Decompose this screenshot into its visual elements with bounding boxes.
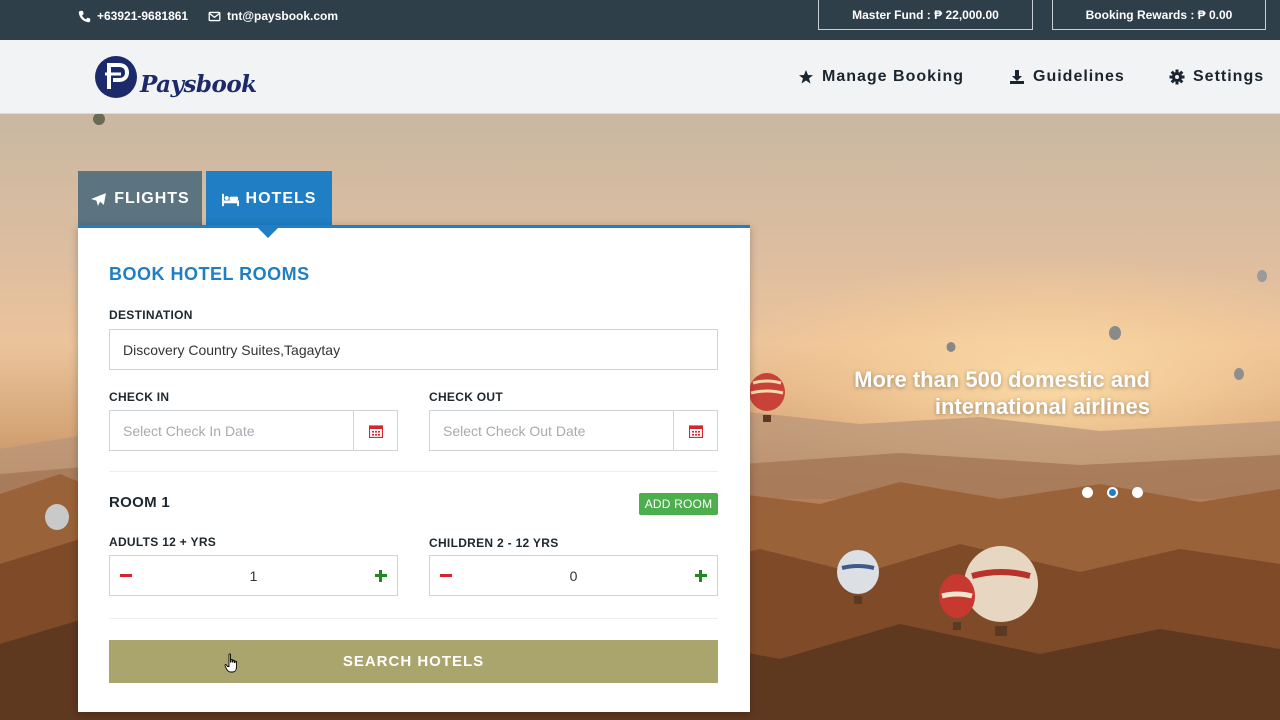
hot-air-balloon xyxy=(1234,368,1244,380)
form-title: BOOK HOTEL ROOMS xyxy=(109,264,310,284)
hot-air-balloon xyxy=(1109,326,1121,340)
tab-hotels[interactable]: HOTELS xyxy=(206,171,332,227)
nav-label: Settings xyxy=(1193,68,1265,85)
carousel-dot[interactable] xyxy=(1132,487,1143,498)
master-fund-badge[interactable]: Master Fund : ₱ 22,000.00 xyxy=(818,0,1033,30)
download-icon xyxy=(1010,70,1024,84)
tab-label: FLIGHTS xyxy=(114,190,190,207)
checkin-calendar-button[interactable] xyxy=(353,410,398,451)
adults-label: ADULTS 12 + YRS xyxy=(109,535,217,549)
hot-air-balloon xyxy=(749,373,785,422)
top-bar: +63921-9681861 tnt@paysbook.com Master F… xyxy=(0,0,1280,40)
tab-flights[interactable]: FLIGHTS xyxy=(78,171,202,227)
hot-air-balloon xyxy=(939,574,975,630)
nav-label: Guidelines xyxy=(1033,68,1125,85)
checkin-label: CHECK IN xyxy=(109,390,170,404)
children-stepper: 0 xyxy=(429,555,718,596)
increment-children-button[interactable] xyxy=(694,569,707,582)
carousel-dot[interactable] xyxy=(1082,487,1093,498)
section-divider xyxy=(109,471,718,472)
calendar-icon xyxy=(688,424,703,438)
hot-air-balloon xyxy=(45,504,69,530)
star-icon xyxy=(799,70,813,84)
booking-rewards-badge[interactable]: Booking Rewards : ₱ 0.00 xyxy=(1052,0,1266,30)
nav-label: Manage Booking xyxy=(822,68,965,85)
paysbook-logo[interactable]: Paysbook xyxy=(94,55,257,99)
checkout-input[interactable]: Select Check Out Date xyxy=(429,410,674,451)
calendar-icon xyxy=(368,424,383,438)
airplane-icon xyxy=(91,192,107,206)
hot-air-balloon xyxy=(946,342,956,352)
email-contact[interactable]: tnt@paysbook.com xyxy=(208,0,338,32)
hot-air-balloon xyxy=(837,550,879,604)
tab-label: HOTELS xyxy=(245,190,317,207)
decrement-adults-button[interactable] xyxy=(120,574,132,577)
add-room-button[interactable]: ADD ROOM xyxy=(639,493,718,515)
hot-air-balloon xyxy=(1257,270,1267,282)
carousel-indicators xyxy=(1082,487,1143,498)
increment-adults-button[interactable] xyxy=(374,569,387,582)
nav-guidelines[interactable]: Guidelines xyxy=(1009,40,1125,114)
phone-icon xyxy=(78,10,91,22)
hand-cursor-icon xyxy=(224,653,237,673)
children-label: CHILDREN 2 - 12 YRS xyxy=(429,536,559,550)
hot-air-balloon xyxy=(93,114,105,125)
adults-stepper: 1 xyxy=(109,555,398,596)
destination-input[interactable]: Discovery Country Suites,Tagaytay xyxy=(109,329,718,370)
children-count: 0 xyxy=(569,567,578,584)
paysbook-logo-icon xyxy=(95,56,137,98)
site-header: Paysbook Manage Booking Guidelines Setti… xyxy=(0,40,1280,114)
search-hotels-button[interactable]: SEARCH HOTELS xyxy=(109,640,718,683)
section-divider xyxy=(109,618,718,619)
tagline-line-2: international airlines xyxy=(934,394,1150,419)
nav-manage-booking[interactable]: Manage Booking xyxy=(798,40,964,114)
envelope-icon xyxy=(208,11,221,21)
carousel-dot-active[interactable] xyxy=(1107,487,1118,498)
room-title: ROOM 1 xyxy=(109,494,170,511)
checkin-input[interactable]: Select Check In Date xyxy=(109,410,354,451)
nav-settings[interactable]: Settings xyxy=(1169,40,1264,114)
hero-tagline: More than 500 domestic and international… xyxy=(800,366,1150,420)
tagline-line-1: More than 500 domestic and xyxy=(854,367,1150,392)
hotel-booking-form: BOOK HOTEL ROOMS DESTINATION Discovery C… xyxy=(78,225,750,712)
decrement-children-button[interactable] xyxy=(440,574,452,577)
email-address: tnt@paysbook.com xyxy=(227,9,339,23)
gear-icon xyxy=(1169,69,1185,85)
checkout-label: CHECK OUT xyxy=(429,390,504,404)
brand-name: Paysbook xyxy=(140,70,257,98)
phone-contact[interactable]: +63921-9681861 xyxy=(78,0,188,32)
phone-number: +63921-9681861 xyxy=(97,9,189,23)
bed-icon xyxy=(221,193,239,206)
active-tab-pointer xyxy=(256,226,280,238)
adults-count: 1 xyxy=(249,567,258,584)
checkout-calendar-button[interactable] xyxy=(673,410,718,451)
destination-label: DESTINATION xyxy=(109,308,193,322)
